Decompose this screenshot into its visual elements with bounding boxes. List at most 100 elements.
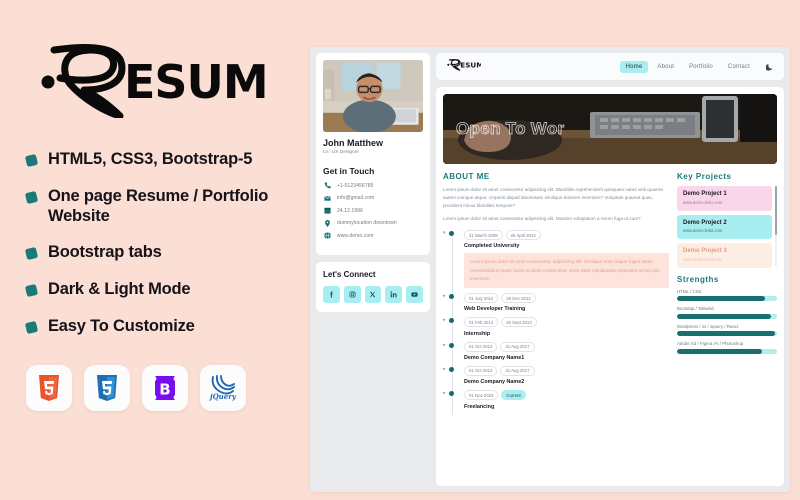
moon-icon[interactable] xyxy=(766,63,774,71)
nav-link-home[interactable]: Home xyxy=(619,60,649,73)
timeline-dot-icon xyxy=(448,391,454,397)
preview-content: Open To Wor ABOUT ME Lorem ipsum dolor s… xyxy=(436,87,784,486)
timeline-description: Lorem ipsum dolor sit amet consectetur, … xyxy=(464,253,669,289)
contact-row-website[interactable]: www.demo.com xyxy=(323,232,423,239)
project-card[interactable]: Demo Project 2 www.demo.link2.com xyxy=(677,214,772,239)
timeline-date-to: 25 April 2012 xyxy=(505,230,541,240)
timeline-dot-icon xyxy=(448,318,454,324)
timeline-dot-icon xyxy=(448,342,454,348)
navbar-logo[interactable]: ESUME. xyxy=(445,58,491,76)
contact-phone: +1-0123456789 xyxy=(337,182,374,189)
project-link[interactable]: www.demo.link1.com xyxy=(683,200,766,205)
project-link[interactable]: www.demo.link2.com xyxy=(683,228,766,233)
mail-icon xyxy=(323,195,331,202)
connect-card: Let's Connect xyxy=(316,261,430,312)
timeline-title: Web Developer Training xyxy=(464,306,526,313)
phone-icon xyxy=(323,182,331,189)
strength-bar-fill xyxy=(677,331,775,336)
strength-item: HTML / CSS xyxy=(677,288,777,301)
resume-logo: ESUME. xyxy=(26,30,292,130)
feature-label: HTML5, CSS3, Bootstrap-5 xyxy=(48,150,253,168)
chevron-right-icon[interactable]: ▸ xyxy=(443,391,446,396)
feature-item: HTML5, CSS3, Bootstrap-5 xyxy=(24,150,292,170)
timeline-title: Freelancing xyxy=(464,403,495,410)
chevron-right-icon[interactable]: ▸ xyxy=(443,294,446,299)
strength-label: HTML / CSS xyxy=(677,288,702,294)
feature-item: One page Resume / Portfolio Website xyxy=(24,187,292,227)
timeline-item[interactable]: ▸ 01 Feb 2013 26 Sept 2013 Internship xyxy=(443,317,669,341)
timeline-title: Demo Company Name2 xyxy=(464,379,525,386)
connect-heading: Let's Connect xyxy=(323,269,376,279)
timeline-title: Completed University xyxy=(464,243,520,250)
strength-bar-track xyxy=(677,331,777,336)
location-icon xyxy=(323,219,331,227)
social-link-instagram[interactable] xyxy=(343,285,361,303)
chevron-right-icon[interactable]: ▸ xyxy=(443,318,446,323)
nav-link-about[interactable]: About xyxy=(651,61,680,73)
hero-headline: Open To Wor xyxy=(456,119,565,139)
about-section: ABOUT ME Lorem ipsum dolor sit amet cons… xyxy=(443,172,669,479)
timeline-item[interactable]: ▾ 31 March 2009 25 April 2012 Completed … xyxy=(443,230,669,293)
social-link-x-twitter[interactable] xyxy=(364,285,382,303)
diamond-bullet-icon xyxy=(24,284,39,298)
contact-row-birthday[interactable]: 24.12.1996 xyxy=(323,207,423,214)
strength-bar-fill xyxy=(677,348,762,354)
preview-main: ESUME. Home About Portfolio Contact xyxy=(436,47,790,492)
chevron-right-icon[interactable]: ▸ xyxy=(443,367,446,372)
globe-icon xyxy=(323,232,331,239)
project-card[interactable]: Demo Project 1 www.demo.link1.com xyxy=(677,186,772,211)
about-paragraph-1: Lorem ipsum dolor sit amet consectetur a… xyxy=(443,187,663,209)
feature-item: Dark & Light Mode xyxy=(24,280,292,300)
key-projects-title: Key Projects xyxy=(677,172,732,181)
profile-sidebar: John Matthew UI / UX Designer Get in Tou… xyxy=(310,47,436,492)
timeline-item[interactable]: ▸ 01 Oct 2013 31 Aug 2017 Demo Company N… xyxy=(443,341,669,366)
html5-badge xyxy=(26,364,72,411)
contact-row-phone[interactable]: +1-0123456789 xyxy=(323,182,423,189)
strength-label: Adobe Xd / Figma /Ai / Photoshop xyxy=(677,341,744,346)
contact-row-email[interactable]: info@gmail.com xyxy=(323,195,423,202)
social-link-facebook[interactable] xyxy=(323,285,340,303)
projects-scrollbar-track[interactable] xyxy=(774,186,777,266)
profile-card: John Matthew UI / UX Designer Get in Tou… xyxy=(316,53,430,255)
contact-row-location[interactable]: dummylocation downtown xyxy=(323,219,423,227)
timeline-date-from: 31 March 2009 xyxy=(464,230,503,240)
template-preview: John Matthew UI / UX Designer Get in Tou… xyxy=(310,47,790,492)
timeline-item[interactable]: ▸ 01 July 2012 25 Dec 2012 Web Developer… xyxy=(443,293,669,317)
strength-bar-track xyxy=(677,296,777,301)
diamond-bullet-icon xyxy=(24,190,39,204)
strength-bar-track xyxy=(677,348,777,354)
chevron-down-icon[interactable]: ▾ xyxy=(443,231,446,236)
nav-link-contact[interactable]: Contact xyxy=(722,61,756,73)
tech-badge-row: B jQuery xyxy=(26,364,292,411)
projects-scrollbar-thumb[interactable] xyxy=(774,186,777,236)
about-paragraph-2: Lorem ipsum dolor sit amet consectetur a… xyxy=(443,216,641,222)
strength-item: Adobe Xd / Figma /Ai / Photoshop xyxy=(677,341,777,354)
navbar-links: Home About Portfolio Contact xyxy=(619,60,774,73)
project-card[interactable]: Demo Project 3 www.demo.link3.com xyxy=(677,243,772,268)
strength-label: Bootstap / Tailwind xyxy=(677,306,714,311)
experience-timeline: ▾ 31 March 2009 25 April 2012 Completed … xyxy=(443,230,669,415)
nav-link-portfolio[interactable]: Portfolio xyxy=(683,61,719,73)
feature-label: Bootstrap tabs xyxy=(48,243,162,262)
timeline-date-to: 31 Aug 2017 xyxy=(500,341,535,352)
key-projects-list: Demo Project 1 www.demo.link1.com Demo P… xyxy=(677,186,777,268)
svg-text:jQuery: jQuery xyxy=(208,392,237,401)
profile-role: UI / UX Designer xyxy=(323,150,359,155)
social-link-youtube[interactable] xyxy=(406,285,423,303)
timeline-item[interactable]: ▸ 01 Nov 2023 Current Freelancing xyxy=(443,390,669,414)
contact-email: info@gmail.com xyxy=(337,195,375,201)
feature-label: Dark & Light Mode xyxy=(48,280,191,299)
social-links xyxy=(323,285,423,303)
chevron-right-icon[interactable]: ▸ xyxy=(443,342,446,348)
timeline-date-from: 01 Feb 2013 xyxy=(464,317,499,328)
bootstrap-badge: B xyxy=(142,364,188,411)
timeline-title: Internship xyxy=(464,330,491,337)
contact-website: www.demo.com xyxy=(337,232,374,239)
project-link[interactable]: www.demo.link3.com xyxy=(683,257,766,262)
get-in-touch-heading: Get in Touch xyxy=(323,166,375,176)
social-link-linkedin[interactable] xyxy=(385,285,403,303)
contact-location: dummylocation downtown xyxy=(337,220,397,226)
timeline-item[interactable]: ▸ 01 Oct 2013 31 Aug 2017 Demo Company N… xyxy=(443,366,669,390)
timeline-date-to: 31 Aug 2017 xyxy=(500,366,535,376)
contact-birthday: 24.12.1996 xyxy=(337,207,364,214)
